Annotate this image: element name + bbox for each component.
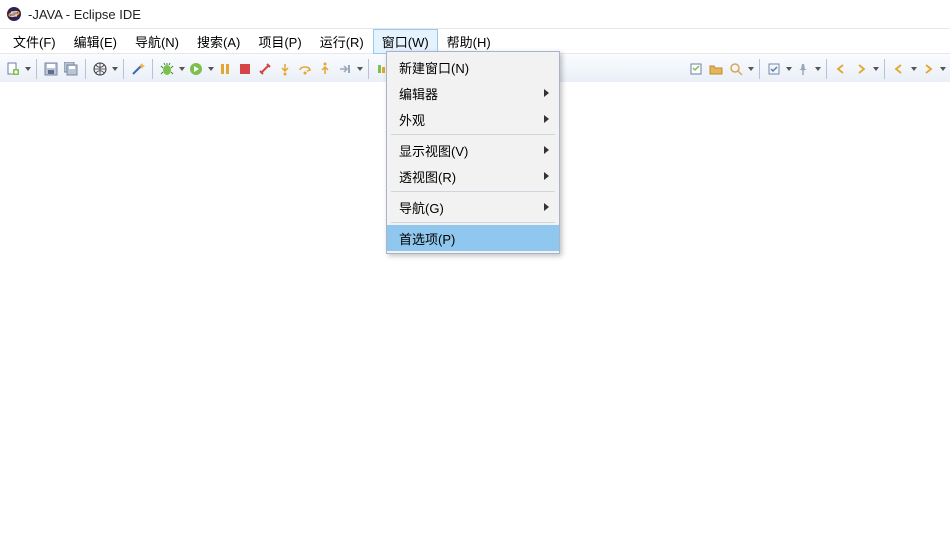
submenu-arrow-icon xyxy=(544,146,549,154)
stop-icon[interactable] xyxy=(236,60,254,78)
nav-forward-icon[interactable] xyxy=(852,60,870,78)
menu-appearance[interactable]: 外观 xyxy=(387,106,559,132)
nav-back-icon[interactable] xyxy=(832,60,850,78)
menu-help[interactable]: 帮助(H) xyxy=(438,29,500,54)
pin-icon[interactable] xyxy=(794,60,812,78)
menu-item-label: 外观 xyxy=(399,110,425,129)
history-back-icon[interactable] xyxy=(890,60,908,78)
dropdown-arrow-icon[interactable] xyxy=(747,60,754,78)
toolbar-separator xyxy=(759,59,760,79)
disconnect-icon[interactable] xyxy=(256,60,274,78)
submenu-arrow-icon xyxy=(544,203,549,211)
menu-item-label: 透视图(R) xyxy=(399,167,456,186)
menu-item-label: 显示视图(V) xyxy=(399,141,468,160)
dropdown-arrow-icon[interactable] xyxy=(178,60,185,78)
folder-open-icon[interactable] xyxy=(707,60,725,78)
submenu-arrow-icon xyxy=(544,172,549,180)
menu-item-label: 编辑器 xyxy=(399,84,438,103)
run-icon[interactable] xyxy=(187,60,205,78)
dropdown-arrow-icon[interactable] xyxy=(111,60,118,78)
menu-item-label: 首选项(P) xyxy=(399,229,455,248)
menu-project[interactable]: 项目(P) xyxy=(249,29,310,54)
dropdown-arrow-icon[interactable] xyxy=(939,60,946,78)
save-icon[interactable] xyxy=(42,60,60,78)
wand-icon[interactable] xyxy=(129,60,147,78)
dropdown-arrow-icon[interactable] xyxy=(814,60,821,78)
toolbar-separator xyxy=(85,59,86,79)
search-icon[interactable] xyxy=(727,60,745,78)
toolbar-separator xyxy=(123,59,124,79)
menu-edit[interactable]: 编辑(E) xyxy=(65,29,126,54)
toggle-mark-icon[interactable] xyxy=(765,60,783,78)
toolbar-separator xyxy=(826,59,827,79)
toolbar-separator xyxy=(884,59,885,79)
menu-item-label: 新建窗口(N) xyxy=(399,58,469,77)
menu-perspective[interactable]: 透视图(R) xyxy=(387,163,559,189)
menu-separator xyxy=(391,191,555,192)
new-file-icon[interactable] xyxy=(4,60,22,78)
dropdown-arrow-icon[interactable] xyxy=(24,60,31,78)
resume-icon[interactable] xyxy=(336,60,354,78)
debug-icon[interactable] xyxy=(158,60,176,78)
open-task-icon[interactable] xyxy=(687,60,705,78)
submenu-arrow-icon xyxy=(544,89,549,97)
dropdown-arrow-icon[interactable] xyxy=(785,60,792,78)
toolbar-separator xyxy=(36,59,37,79)
menu-preferences[interactable]: 首选项(P) xyxy=(387,225,559,251)
menu-search[interactable]: 搜索(A) xyxy=(188,29,249,54)
menu-navigation[interactable]: 导航(G) xyxy=(387,194,559,220)
dropdown-arrow-icon[interactable] xyxy=(356,60,363,78)
save-all-icon[interactable] xyxy=(62,60,80,78)
toolbar-separator xyxy=(152,59,153,79)
dropdown-arrow-icon[interactable] xyxy=(872,60,879,78)
window-title: -JAVA - Eclipse IDE xyxy=(28,7,141,22)
menu-show-view[interactable]: 显示视图(V) xyxy=(387,137,559,163)
menu-navigate[interactable]: 导航(N) xyxy=(126,29,188,54)
pause-icon[interactable] xyxy=(216,60,234,78)
menu-separator xyxy=(391,222,555,223)
menu-separator xyxy=(391,134,555,135)
step-return-icon[interactable] xyxy=(316,60,334,78)
submenu-arrow-icon xyxy=(544,115,549,123)
window-menu-dropdown: 新建窗口(N) 编辑器 外观 显示视图(V) 透视图(R) 导航(G) 首选项(… xyxy=(386,51,560,254)
dropdown-arrow-icon[interactable] xyxy=(910,60,917,78)
menu-window[interactable]: 窗口(W) xyxy=(373,29,438,54)
eclipse-logo-icon xyxy=(6,6,22,22)
dropdown-arrow-icon[interactable] xyxy=(207,60,214,78)
globe-icon[interactable] xyxy=(91,60,109,78)
step-over-icon[interactable] xyxy=(296,60,314,78)
step-into-icon[interactable] xyxy=(276,60,294,78)
menu-editor[interactable]: 编辑器 xyxy=(387,80,559,106)
toolbar-separator xyxy=(368,59,369,79)
menu-item-label: 导航(G) xyxy=(399,198,444,217)
menu-new-window[interactable]: 新建窗口(N) xyxy=(387,54,559,80)
history-forward-icon[interactable] xyxy=(919,60,937,78)
menu-run[interactable]: 运行(R) xyxy=(311,29,373,54)
menu-file[interactable]: 文件(F) xyxy=(4,29,65,54)
titlebar: -JAVA - Eclipse IDE xyxy=(0,0,950,29)
